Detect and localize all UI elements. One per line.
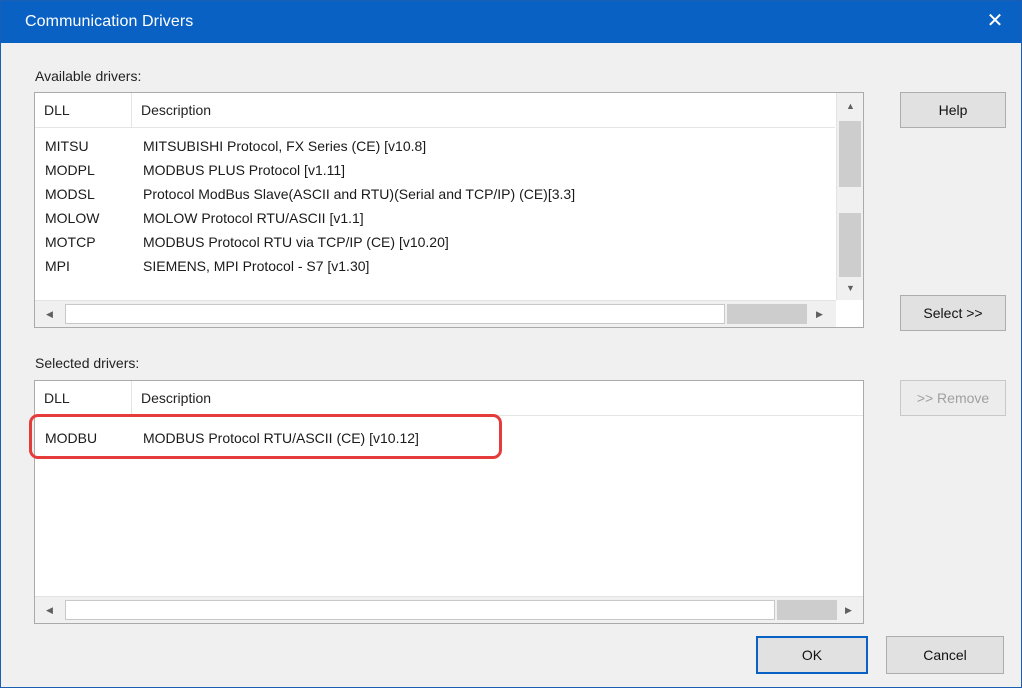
- column-header-description[interactable]: Description: [132, 381, 832, 415]
- scrollbar-thumb[interactable]: [65, 304, 725, 324]
- list-item[interactable]: MOTCP MODBUS Protocol RTU via TCP/IP (CE…: [35, 230, 835, 254]
- selected-drivers-list[interactable]: DLL Description MODBU MODBUS Protocol RT…: [34, 380, 864, 624]
- remove-button[interactable]: >> Remove: [900, 380, 1006, 416]
- driver-dll: MODBU: [45, 430, 98, 446]
- driver-description: MODBUS Protocol RTU/ASCII (CE) [v10.12]: [143, 430, 419, 446]
- available-drivers-list[interactable]: DLL Description MITSU MITSUBISHI Protoco…: [34, 92, 864, 328]
- available-drivers-label: Available drivers:: [35, 68, 142, 84]
- selected-drivers-label: Selected drivers:: [35, 355, 140, 371]
- list-item[interactable]: MPI SIEMENS, MPI Protocol - S7 [v1.30]: [35, 254, 835, 278]
- scrollbar-thumb[interactable]: [839, 121, 861, 187]
- column-header-description[interactable]: Description: [132, 93, 832, 127]
- horizontal-scrollbar[interactable]: ◀ ▶: [35, 596, 863, 623]
- driver-dll: MODSL: [45, 186, 95, 202]
- list-item[interactable]: MODSL Protocol ModBus Slave(ASCII and RT…: [35, 182, 835, 206]
- scrollbar-track[interactable]: [777, 600, 837, 620]
- driver-dll: MPI: [45, 258, 70, 274]
- help-button[interactable]: Help: [900, 92, 1006, 128]
- list-item[interactable]: MODPL MODBUS PLUS Protocol [v1.11]: [35, 158, 835, 182]
- list-header: DLL Description: [35, 381, 863, 416]
- title-bar[interactable]: Communication Drivers ✕: [1, 1, 1021, 43]
- scroll-right-arrow-icon[interactable]: ▶: [840, 602, 857, 619]
- driver-dll: MOTCP: [45, 234, 96, 250]
- driver-description: Protocol ModBus Slave(ASCII and RTU)(Ser…: [143, 186, 576, 202]
- cancel-button[interactable]: Cancel: [886, 636, 1004, 674]
- column-header-dll[interactable]: DLL: [35, 93, 131, 127]
- dialog-title: Communication Drivers: [25, 13, 194, 30]
- driver-dll: MOLOW: [45, 210, 100, 226]
- driver-description: MODBUS PLUS Protocol [v1.11]: [143, 162, 346, 178]
- driver-description: MOLOW Protocol RTU/ASCII [v1.1]: [143, 210, 364, 226]
- driver-description: MODBUS Protocol RTU via TCP/IP (CE) [v10…: [143, 234, 449, 250]
- select-button[interactable]: Select >>: [900, 295, 1006, 331]
- column-header-dll[interactable]: DLL: [35, 381, 131, 415]
- driver-dll: MODPL: [45, 162, 95, 178]
- driver-description: MITSUBISHI Protocol, FX Series (CE) [v10…: [143, 138, 427, 154]
- horizontal-scrollbar[interactable]: ◀ ▶: [35, 300, 836, 327]
- scroll-right-arrow-icon[interactable]: ▶: [811, 306, 828, 323]
- ok-button[interactable]: OK: [756, 636, 868, 674]
- driver-dll: MITSU: [45, 138, 89, 154]
- scroll-down-arrow-icon[interactable]: ▼: [842, 279, 859, 296]
- driver-description: SIEMENS, MPI Protocol - S7 [v1.30]: [143, 258, 370, 274]
- close-icon[interactable]: ✕: [973, 1, 1017, 43]
- scrollbar-track[interactable]: [839, 213, 861, 277]
- list-item[interactable]: MOLOW MOLOW Protocol RTU/ASCII [v1.1]: [35, 206, 835, 230]
- scroll-left-arrow-icon[interactable]: ◀: [41, 306, 58, 323]
- list-item[interactable]: MODBU MODBUS Protocol RTU/ASCII (CE) [v1…: [35, 426, 863, 450]
- scroll-left-arrow-icon[interactable]: ◀: [41, 602, 58, 619]
- vertical-scrollbar[interactable]: ▲ ▼: [836, 93, 863, 300]
- list-header: DLL Description: [35, 93, 835, 128]
- scroll-up-arrow-icon[interactable]: ▲: [842, 97, 859, 114]
- scrollbar-track[interactable]: [727, 304, 807, 324]
- scrollbar-thumb[interactable]: [65, 600, 775, 620]
- communication-drivers-dialog: Communication Drivers ✕ Available driver…: [0, 0, 1022, 688]
- list-item[interactable]: MITSU MITSUBISHI Protocol, FX Series (CE…: [35, 134, 835, 158]
